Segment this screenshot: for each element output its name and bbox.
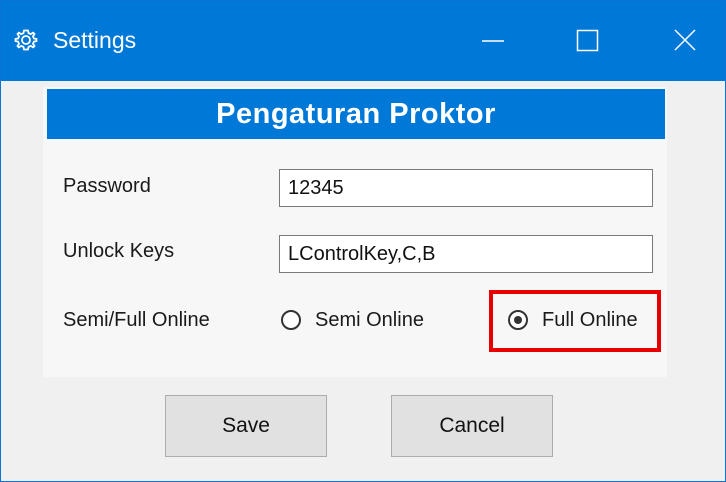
save-button[interactable]: Save: [165, 395, 327, 457]
close-icon: [674, 29, 696, 51]
highlight-box: [489, 290, 661, 352]
maximize-icon: [576, 29, 599, 52]
settings-window: Settings Pengaturan Proktor Password Unl…: [0, 0, 726, 482]
settings-panel: Pengaturan Proktor Password Unlock Keys …: [43, 87, 667, 377]
unlock-keys-input[interactable]: [279, 235, 653, 273]
minimize-button[interactable]: [441, 1, 546, 81]
semi-online-label: Semi Online: [315, 309, 424, 331]
semi-online-radio[interactable]: Semi Online: [281, 306, 451, 336]
minimize-icon: [482, 40, 504, 42]
gear-icon: [14, 28, 38, 52]
radio-unchecked-icon[interactable]: [281, 310, 301, 330]
cancel-button[interactable]: Cancel: [391, 395, 553, 457]
password-label: Password: [63, 175, 151, 197]
password-input[interactable]: [279, 169, 653, 207]
title-bar[interactable]: Settings: [1, 1, 725, 81]
panel-banner: Pengaturan Proktor: [47, 89, 665, 139]
unlock-keys-label: Unlock Keys: [63, 240, 175, 262]
close-button[interactable]: [631, 1, 725, 81]
maximize-button[interactable]: [536, 1, 641, 81]
online-mode-label: Semi/Full Online: [63, 309, 210, 331]
window-title: Settings: [53, 27, 137, 53]
